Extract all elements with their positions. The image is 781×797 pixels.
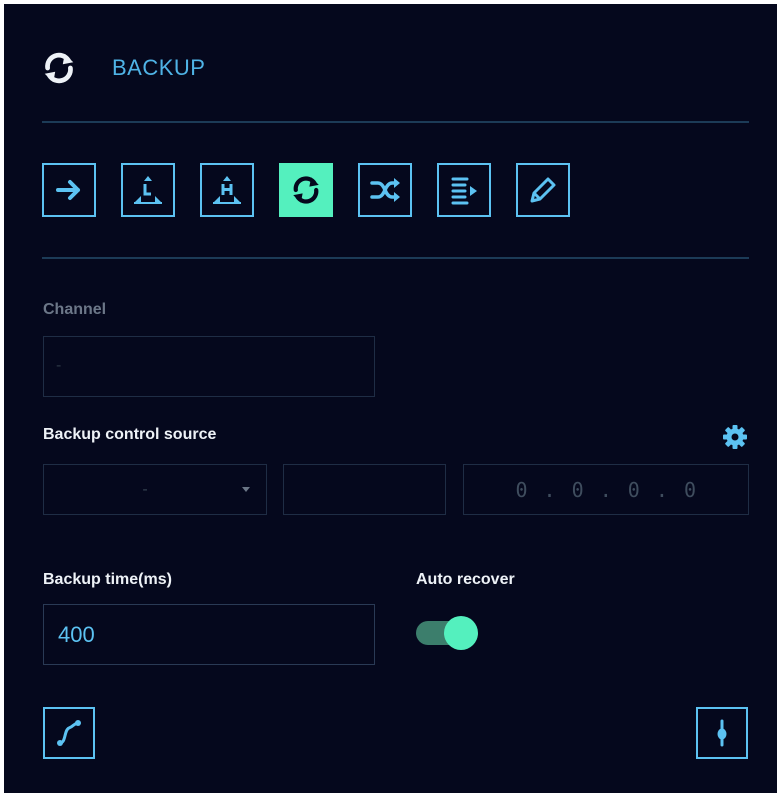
mode-low-priority-button[interactable]: [121, 163, 175, 217]
channel-value: -: [56, 357, 62, 374]
chevron-down-icon: [242, 487, 250, 492]
arrow-right-icon: [56, 180, 80, 200]
sync-icon: [293, 176, 319, 204]
backup-time-input[interactable]: 400: [43, 604, 375, 665]
backup-time-value: 400: [58, 621, 95, 647]
panel-header: BACKUP: [40, 46, 205, 90]
toggle-knob: [444, 616, 478, 650]
control-source-ip-field[interactable]: 0 . 0 . 0 . 0: [463, 464, 749, 515]
channel-field[interactable]: -: [43, 336, 375, 397]
mode-sequence-button[interactable]: [437, 163, 491, 217]
pyramid-high-icon: [213, 176, 241, 204]
mode-shuffle-button[interactable]: [358, 163, 412, 217]
mode-backup-button[interactable]: [279, 163, 333, 217]
control-source-select[interactable]: -: [43, 464, 267, 515]
backup-time-label: Backup time(ms): [43, 571, 172, 588]
mode-edit-button[interactable]: [516, 163, 570, 217]
panel-title: BACKUP: [112, 55, 206, 80]
auto-recover-toggle[interactable]: [416, 616, 478, 650]
control-source-select-value: -: [142, 480, 148, 498]
list-play-icon: [451, 177, 477, 205]
mode-high-priority-button[interactable]: [200, 163, 254, 217]
mode-forward-button[interactable]: [42, 163, 96, 217]
control-source-id-field[interactable]: [283, 464, 446, 515]
header-divider: [42, 121, 749, 123]
mode-toolbar: [42, 163, 595, 217]
curve-icon: [57, 720, 81, 746]
shuffle-icon: [370, 178, 400, 202]
pencil-icon: [530, 177, 556, 203]
auto-recover-label: Auto recover: [416, 571, 515, 588]
curve-button[interactable]: [43, 707, 95, 759]
pyramid-low-icon: [134, 176, 162, 204]
slider-icon: [717, 719, 727, 747]
sync-icon: [44, 52, 74, 84]
slider-button[interactable]: [696, 707, 748, 759]
channel-label: Channel: [43, 301, 107, 318]
toolbar-divider: [42, 257, 749, 259]
backup-panel: BACKUP Channel - Backup control source -…: [4, 4, 777, 793]
backup-control-source-label: Backup control source: [43, 426, 217, 443]
gear-icon[interactable]: [722, 424, 748, 450]
ip-address-value: 0 . 0 . 0 . 0: [515, 477, 698, 502]
